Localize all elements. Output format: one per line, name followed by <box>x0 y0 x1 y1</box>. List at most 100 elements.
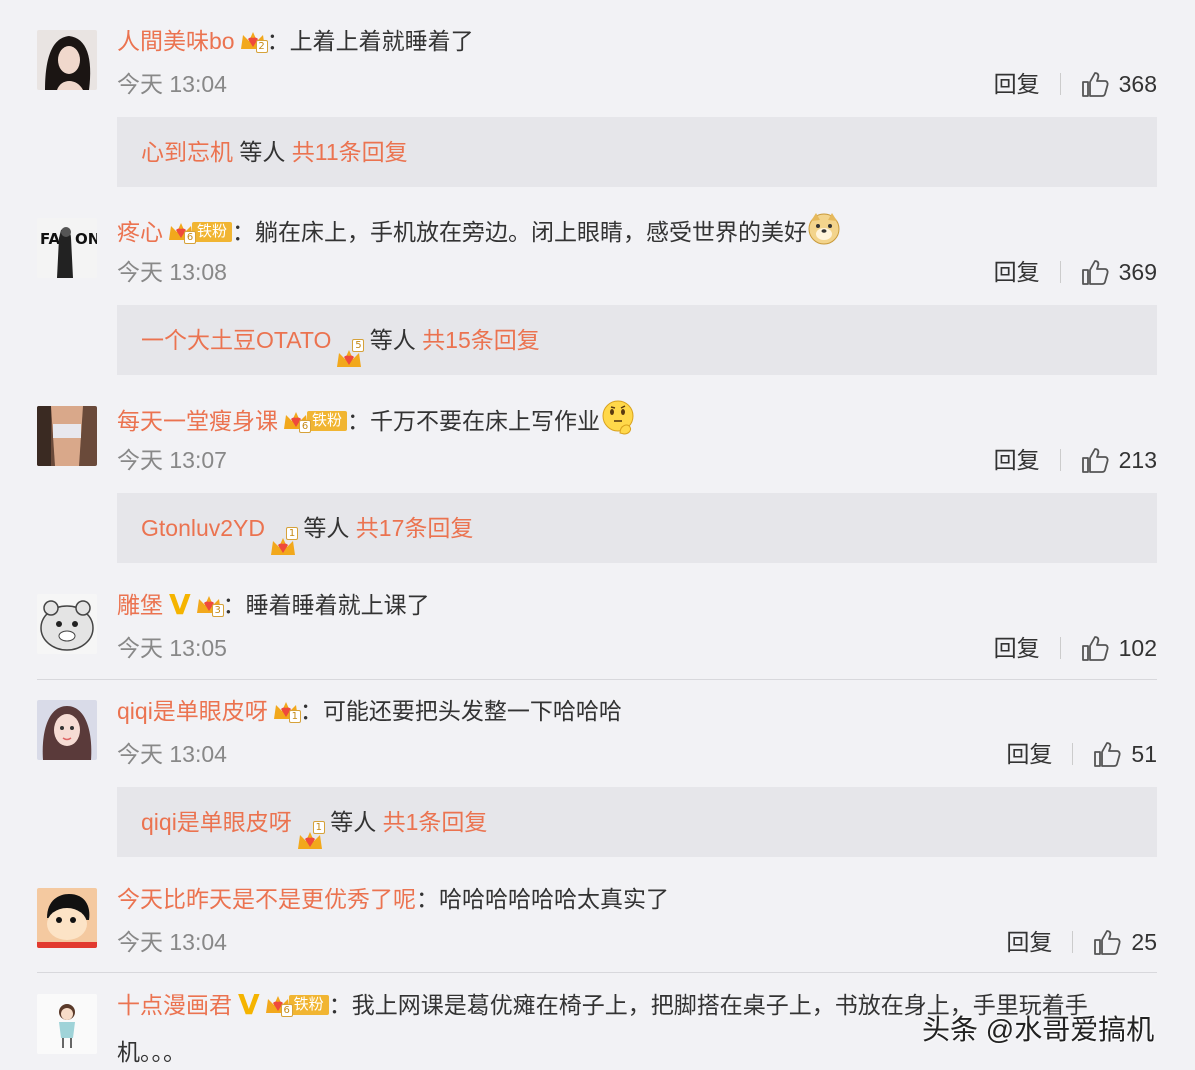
separator-colon: ： <box>299 698 323 724</box>
username[interactable]: 雕堡 <box>117 592 163 618</box>
crown-icon: 6 <box>282 409 311 433</box>
level-badge: 6 铁粉 <box>167 220 233 244</box>
svg-text:ON: ON <box>75 230 97 248</box>
username[interactable]: 今天比昨天是不是更优秀了呢 <box>117 886 416 912</box>
level-badge: 5 <box>335 328 365 367</box>
comment-time: 今天 13:08 <box>117 259 227 285</box>
like-button[interactable]: 369 <box>1081 257 1157 287</box>
fan-badge: 铁粉 <box>192 222 233 242</box>
like-count: 25 <box>1131 929 1157 955</box>
fan-badge: 铁粉 <box>307 411 348 431</box>
thumbs-up-icon <box>1094 930 1121 955</box>
reply-summary[interactable]: Gtonluv2YD 1 等人 共17条回复 <box>117 493 1157 563</box>
reply-summary[interactable]: 心到忘机 等人 共11条回复 <box>117 117 1157 187</box>
reply-username[interactable]: 一个大土豆OTATO <box>141 327 331 353</box>
doge-emoji-icon <box>807 211 841 253</box>
like-count: 368 <box>1118 71 1157 97</box>
avatar[interactable] <box>37 888 97 948</box>
comment-divider <box>37 679 1157 680</box>
crown-icon: 3 <box>195 593 224 617</box>
divider <box>1059 449 1061 471</box>
like-count: 51 <box>1131 741 1157 767</box>
reply-button[interactable]: 回复 <box>994 69 1040 99</box>
reply-button[interactable]: 回复 <box>994 257 1040 287</box>
comment-text: 千万不要在床上写作业 <box>370 408 601 435</box>
level-number: 6 <box>299 420 311 433</box>
verified-v-icon: V <box>169 587 191 621</box>
thinking-emoji-icon <box>600 399 636 443</box>
level-number: 1 <box>312 820 325 834</box>
level-number: 1 <box>288 709 301 723</box>
thumbs-up-icon <box>1094 742 1121 767</box>
like-button[interactable]: 25 <box>1093 927 1157 957</box>
reply-count-link[interactable]: 共11条回复 <box>292 139 408 165</box>
username[interactable]: 十点漫画君 <box>117 992 232 1018</box>
level-number: 5 <box>352 338 365 352</box>
like-button[interactable]: 102 <box>1081 633 1157 663</box>
level-number: 6 <box>184 231 196 244</box>
level-number: 3 <box>211 603 224 617</box>
reply-count-link[interactable]: 共17条回复 <box>356 515 474 541</box>
comment-time: 今天 13:04 <box>117 741 227 767</box>
reply-summary[interactable]: 一个大土豆OTATO 5 等人 共15条回复 <box>117 305 1157 375</box>
comment-actions: 回复 102 <box>994 633 1157 663</box>
comment-text: 睡着睡着就上课了 <box>245 592 430 618</box>
comment-text: 躺在床上，手机放在旁边。闭上眼睛，感受世界的美好 <box>255 219 808 246</box>
avatar[interactable] <box>37 700 97 760</box>
level-number: 1 <box>286 526 299 540</box>
like-button[interactable]: 51 <box>1093 739 1157 769</box>
avatar[interactable] <box>37 594 97 654</box>
comment-divider <box>37 972 1157 973</box>
like-count: 102 <box>1118 635 1157 661</box>
reply-button[interactable]: 回复 <box>994 445 1040 475</box>
comment-time: 今天 13:05 <box>117 635 227 661</box>
username[interactable]: 疼心 <box>117 219 163 245</box>
comment-text: 哈哈哈哈哈哈太真实了 <box>439 886 669 912</box>
level-badge: 1 <box>269 516 299 555</box>
reply-button[interactable]: 回复 <box>1006 739 1052 769</box>
reply-count-link[interactable]: 共1条回复 <box>383 809 488 835</box>
reply-etc: 等人 <box>303 515 350 541</box>
reply-button[interactable]: 回复 <box>994 633 1040 663</box>
reply-username[interactable]: 心到忘机 <box>141 139 233 165</box>
like-button[interactable]: 368 <box>1081 69 1157 99</box>
crown-icon: 2 <box>239 29 268 53</box>
crown-icon: 1 <box>269 516 299 555</box>
level-number: 2 <box>255 39 268 53</box>
separator-colon: ： <box>222 592 246 618</box>
comment-actions: 回复 51 <box>1006 739 1157 769</box>
thumbs-up-icon <box>1081 636 1109 661</box>
divider <box>1059 637 1061 659</box>
reply-summary[interactable]: qiqi是单眼皮呀 1 等人 共1条回复 <box>117 787 1157 857</box>
like-button[interactable]: 213 <box>1081 445 1157 475</box>
level-badge: 1 <box>272 699 301 723</box>
watermark: 头条 @水哥爱搞机 <box>922 1014 1155 1045</box>
reply-username[interactable]: Gtonluv2YD <box>141 515 265 541</box>
comment-text: 可能还要把头发整一下哈哈哈 <box>322 698 622 724</box>
avatar[interactable]: FA ON <box>37 218 97 278</box>
comment-actions: 回复 369 <box>994 257 1157 287</box>
divider <box>1072 931 1074 953</box>
reply-username[interactable]: qiqi是单眼皮呀 <box>141 809 292 835</box>
avatar[interactable] <box>37 30 97 90</box>
avatar[interactable] <box>37 406 97 466</box>
reply-etc: 等人 <box>369 327 416 353</box>
fan-badge: 铁粉 <box>288 994 329 1015</box>
username[interactable]: 人間美味bo <box>117 28 235 54</box>
comment-time: 今天 13:04 <box>117 929 227 955</box>
level-badge: 2 <box>239 29 268 53</box>
separator-colon: ： <box>232 219 256 246</box>
svg-text:FA: FA <box>40 230 61 248</box>
crown-icon: 1 <box>296 810 325 849</box>
crown-icon: 1 <box>272 699 301 723</box>
reply-count-link[interactable]: 共15条回复 <box>422 327 540 353</box>
username[interactable]: 每天一堂瘦身课 <box>117 408 278 434</box>
reply-button[interactable]: 回复 <box>1006 927 1052 957</box>
avatar[interactable] <box>37 994 97 1054</box>
comment-actions: 回复 213 <box>994 445 1157 475</box>
comment-time: 今天 13:04 <box>117 71 227 97</box>
divider <box>1059 73 1061 95</box>
username[interactable]: qiqi是单眼皮呀 <box>117 698 268 724</box>
separator-colon: ： <box>347 408 371 435</box>
separator-colon: ： <box>328 992 352 1018</box>
